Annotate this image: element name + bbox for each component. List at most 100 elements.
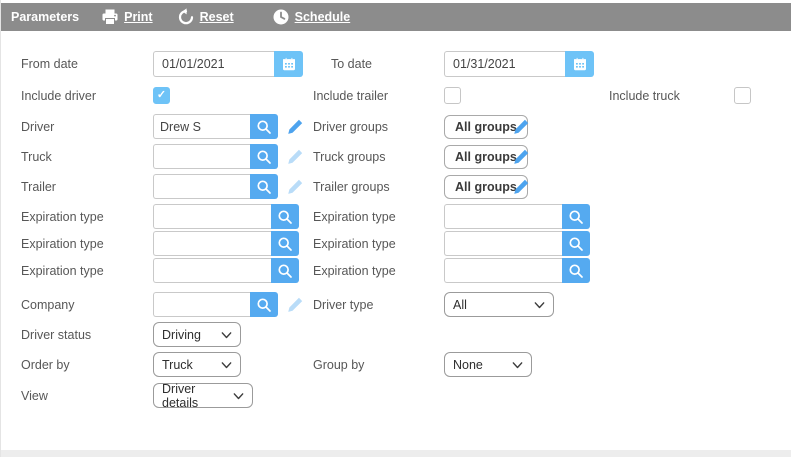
trailer-search-button[interactable]	[250, 174, 278, 199]
order-by-select[interactable]: Truck	[153, 352, 241, 377]
expiration-input-right-3[interactable]	[444, 258, 562, 283]
chevron-down-icon	[220, 330, 233, 340]
view-label: View	[21, 383, 48, 409]
schedule-button[interactable]: Schedule	[272, 8, 351, 26]
include-driver-checkbox[interactable]: ✓	[153, 87, 170, 104]
include-truck-checkbox[interactable]: ✓	[734, 87, 751, 104]
calendar-icon	[281, 56, 297, 72]
driver-status-row: Driver status Driving	[1, 322, 791, 348]
driver-search-button[interactable]	[250, 114, 278, 139]
expiration-search-field	[444, 258, 590, 283]
print-label: Print	[124, 10, 152, 24]
expiration-row-1: Expiration type Expiration type	[1, 204, 791, 230]
company-label: Company	[21, 292, 75, 318]
schedule-label: Schedule	[295, 10, 351, 24]
order-by-label: Order by	[21, 352, 70, 378]
calendar-icon	[572, 56, 588, 72]
from-date-field	[153, 51, 303, 77]
chevron-down-icon	[232, 391, 245, 401]
expiration-input-left-1[interactable]	[153, 204, 271, 229]
expiration-search-button[interactable]	[562, 231, 590, 256]
clock-icon	[272, 8, 290, 26]
truck-groups-label: Truck groups	[313, 144, 385, 170]
driver-status-value: Driving	[162, 328, 201, 342]
include-trailer-checkbox[interactable]: ✓	[444, 87, 461, 104]
truck-input[interactable]	[153, 144, 250, 169]
driver-type-label: Driver type	[313, 292, 373, 318]
expiration-row-3: Expiration type Expiration type	[1, 258, 791, 284]
group-by-value: None	[453, 358, 483, 372]
driver-groups-edit-pencil-icon[interactable]	[512, 118, 530, 136]
truck-edit-pencil-icon[interactable]	[286, 148, 304, 166]
from-date-calendar-button[interactable]	[274, 51, 303, 77]
panel-title: Parameters	[11, 10, 79, 24]
expiration-search-field	[444, 204, 590, 229]
expiration-type-label: Expiration type	[313, 258, 396, 284]
expiration-search-button[interactable]	[271, 231, 299, 256]
company-search-button[interactable]	[250, 292, 278, 317]
group-by-select[interactable]: None	[444, 352, 532, 377]
magnifier-icon	[568, 263, 584, 279]
truck-row: Truck Truck groups All groups	[1, 144, 791, 170]
driver-status-select[interactable]: Driving	[153, 322, 241, 347]
expiration-input-right-1[interactable]	[444, 204, 562, 229]
expiration-search-button[interactable]	[271, 204, 299, 229]
print-button[interactable]: Print	[101, 8, 152, 26]
company-edit-pencil-icon[interactable]	[286, 296, 304, 314]
to-date-field	[444, 51, 594, 77]
driver-groups-label: Driver groups	[313, 114, 388, 140]
driver-type-value: All	[453, 298, 467, 312]
driver-edit-pencil-icon[interactable]	[286, 118, 304, 136]
expiration-search-field	[153, 231, 299, 256]
driver-input[interactable]	[153, 114, 250, 139]
company-input[interactable]	[153, 292, 250, 317]
view-select[interactable]: Driver details	[153, 383, 253, 408]
to-date-input[interactable]	[444, 51, 565, 77]
printer-icon	[101, 8, 119, 26]
driver-type-select[interactable]: All	[444, 292, 554, 317]
magnifier-icon	[256, 297, 272, 313]
expiration-type-label: Expiration type	[21, 204, 104, 230]
from-date-input[interactable]	[153, 51, 274, 77]
order-by-row: Order by Truck Group by None	[1, 352, 791, 378]
bottom-divider	[1, 450, 791, 457]
view-row: View Driver details	[1, 383, 791, 409]
truck-groups-edit-pencil-icon[interactable]	[512, 148, 530, 166]
include-trailer-label: Include trailer	[313, 83, 388, 109]
magnifier-icon	[256, 119, 272, 135]
magnifier-icon	[568, 236, 584, 252]
expiration-input-left-3[interactable]	[153, 258, 271, 283]
expiration-type-label: Expiration type	[313, 204, 396, 230]
group-by-label: Group by	[313, 352, 364, 378]
to-date-calendar-button[interactable]	[565, 51, 594, 77]
expiration-search-field	[153, 258, 299, 283]
magnifier-icon	[256, 179, 272, 195]
view-value: Driver details	[162, 382, 226, 410]
expiration-search-button[interactable]	[271, 258, 299, 283]
company-search-field	[153, 292, 278, 317]
magnifier-icon	[256, 149, 272, 165]
chevron-down-icon	[533, 300, 546, 310]
magnifier-icon	[277, 209, 293, 225]
magnifier-icon	[277, 236, 293, 252]
trailer-label: Trailer	[21, 174, 56, 200]
trailer-groups-edit-pencil-icon[interactable]	[512, 178, 530, 196]
from-date-label: From date	[21, 51, 78, 77]
driver-status-label: Driver status	[21, 322, 91, 348]
reset-button[interactable]: Reset	[177, 8, 234, 26]
truck-search-button[interactable]	[250, 144, 278, 169]
toolbar: Parameters Print Reset Schedule	[1, 3, 791, 31]
truck-search-field	[153, 144, 278, 169]
reset-label: Reset	[200, 10, 234, 24]
expiration-type-label: Expiration type	[313, 231, 396, 257]
expiration-type-label: Expiration type	[21, 231, 104, 257]
expiration-input-right-2[interactable]	[444, 231, 562, 256]
trailer-input[interactable]	[153, 174, 250, 199]
company-row: Company Driver type All	[1, 292, 791, 318]
expiration-search-button[interactable]	[562, 204, 590, 229]
expiration-input-left-2[interactable]	[153, 231, 271, 256]
reset-arrow-icon	[177, 8, 195, 26]
expiration-row-2: Expiration type Expiration type	[1, 231, 791, 257]
trailer-edit-pencil-icon[interactable]	[286, 178, 304, 196]
expiration-search-button[interactable]	[562, 258, 590, 283]
